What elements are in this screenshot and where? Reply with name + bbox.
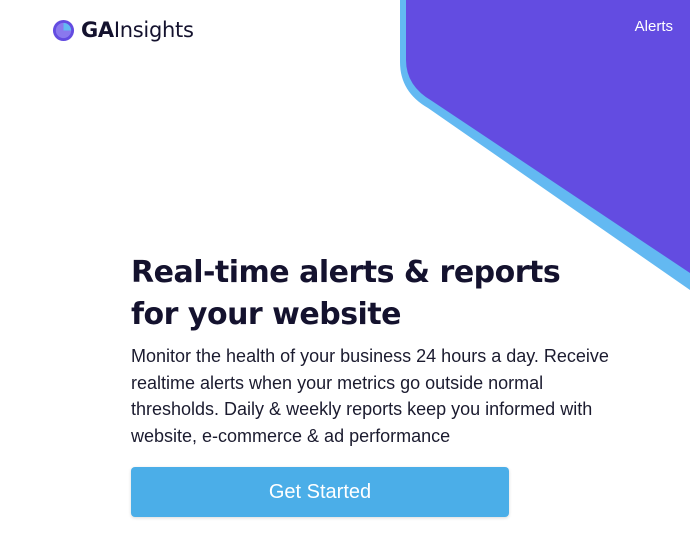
brand-name-light: Insights [113,18,194,42]
hero-description: Monitor the health of your business 24 h… [131,346,609,446]
brand-name: GAInsights [81,18,194,42]
landing-page: GAInsights Alerts Real-time alerts & rep… [0,0,690,533]
nav-alerts-link[interactable]: Alerts [635,18,673,35]
brand-name-bold: GA [81,18,114,42]
hero-shape-purple-fill [406,0,690,273]
get-started-button[interactable]: Get Started [131,467,509,517]
brand-logo[interactable]: GAInsights [52,15,194,45]
hero-shape-blue-border [400,0,690,290]
hero-headline: Real-time alerts & reports for your webs… [131,255,561,332]
pie-chart-icon [52,19,75,41]
